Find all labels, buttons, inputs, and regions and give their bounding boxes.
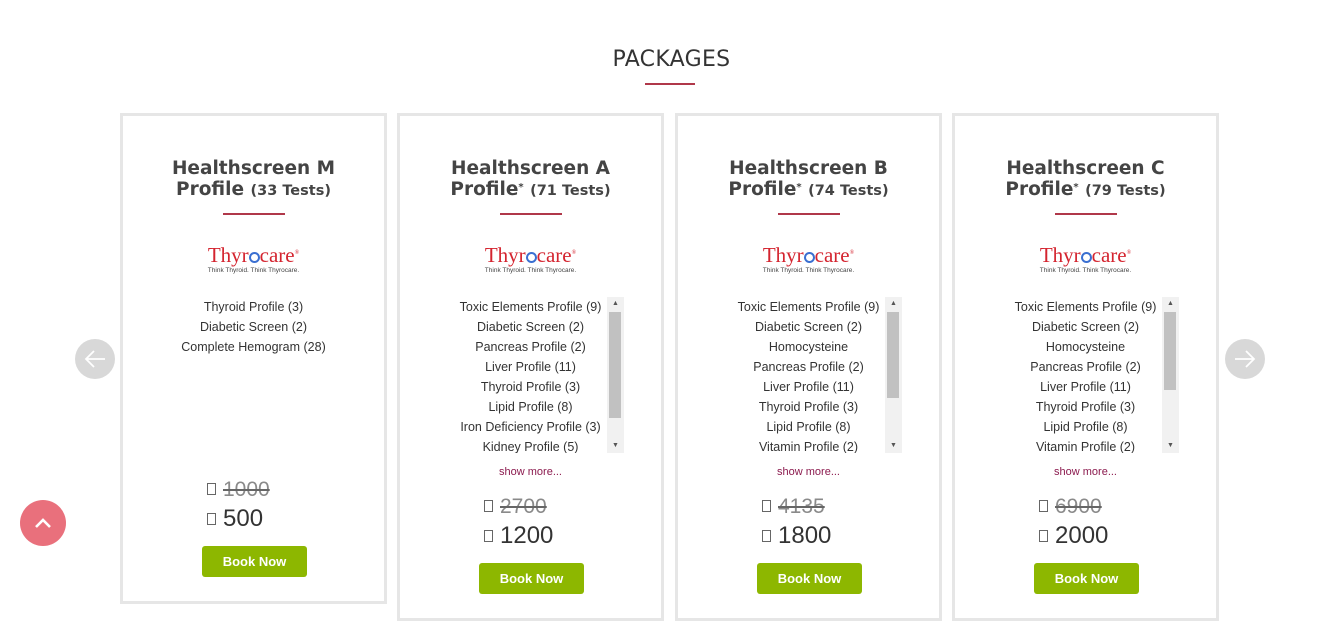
show-more-link[interactable]: show more... [400,466,661,478]
back-to-top-button[interactable] [20,500,66,546]
currency-icon [207,483,216,495]
package-title: Healthscreen B Profile* (74 Tests) [728,158,889,200]
package-title: Healthscreen M Profile (33 Tests) [171,158,336,200]
list-item: Lipid Profile (8) [488,400,573,414]
scroll-up-arrow-icon[interactable]: ▲ [607,297,624,311]
old-price: 4135 [762,495,825,519]
list-item: Thyroid Profile (3) [480,380,581,394]
new-price: 1200 [484,522,553,550]
currency-icon [1039,530,1048,542]
scroll-up-arrow-icon[interactable]: ▲ [1162,297,1179,311]
test-list-scroll[interactable]: Toxic Elements Profile (9) Diabetic Scre… [1009,297,1179,453]
currency-icon [484,500,493,512]
scrollbar-thumb[interactable] [609,312,621,418]
list-item: Pancreas Profile (2) [753,360,864,374]
title-underline [223,213,285,215]
thyrocare-logo: Thyr care® Think Thyroid. Think Thyrocare… [207,243,300,274]
list-item: Liver Profile (11) [1040,380,1131,394]
section-title-underline [645,83,695,85]
scrollbar[interactable]: ▲ ▼ [607,297,624,453]
test-list-scroll[interactable]: Toxic Elements Profile (9) Diabetic Scre… [454,297,624,453]
old-price: 2700 [484,495,547,519]
list-item: Vitamin Profile (2) [758,440,859,453]
test-list: Thyroid Profile (3) Diabetic Screen (2) … [123,297,384,357]
test-count: (79 Tests) [1085,183,1166,199]
new-price: 1800 [762,522,831,550]
scrollbar-thumb[interactable] [887,312,899,398]
list-item: Kidney Profile (5) [482,440,579,453]
currency-icon [762,530,771,542]
list-item: Thyroid Profile (3) [1035,400,1136,414]
show-more-link[interactable]: show more... [678,466,939,478]
list-item: Diabetic Screen (2) [755,320,862,334]
new-price: 2000 [1039,522,1108,550]
thyrocare-logo: Thyr care® Think Thyroid. Think Thyrocare… [1039,243,1132,274]
list-item: Homocysteine [1045,340,1126,354]
package-title: Healthscreen A Profile* (71 Tests) [450,158,611,200]
list-item: Toxic Elements Profile (9) [1014,300,1157,314]
scroll-down-arrow-icon[interactable]: ▼ [1162,439,1179,453]
book-now-button[interactable]: Book Now [202,546,307,577]
list-item: Lipid Profile (8) [766,420,851,434]
currency-icon [207,513,216,525]
test-count: (71 Tests) [530,183,611,199]
chevron-up-icon [35,518,51,528]
carousel-prev-button[interactable] [75,339,115,379]
list-item: Toxic Elements Profile (9) [459,300,602,314]
test-count: (33 Tests) [250,183,331,199]
list-item: Diabetic Screen (2) [200,320,307,334]
carousel-next-button[interactable] [1225,339,1265,379]
currency-icon [762,500,771,512]
list-item: Pancreas Profile (2) [1030,360,1141,374]
list-item: Iron Deficiency Profile (3) [460,420,601,434]
test-list-scroll[interactable]: Toxic Elements Profile (9) Diabetic Scre… [732,297,902,453]
list-item: Homocysteine [768,340,849,354]
title-underline [500,213,562,215]
list-item: Liver Profile (11) [763,380,854,394]
old-price: 6900 [1039,495,1102,519]
list-item: Pancreas Profile (2) [475,340,586,354]
list-item: Diabetic Screen (2) [1032,320,1139,334]
section-title: PACKAGES [612,47,731,72]
new-price: 500 [207,505,263,533]
list-item: Complete Hemogram (28) [181,340,326,354]
book-now-button[interactable]: Book Now [479,563,584,594]
list-item: Toxic Elements Profile (9) [737,300,880,314]
arrow-right-icon [1235,350,1256,368]
list-item: Thyroid Profile (3) [203,300,304,314]
list-item: Diabetic Screen (2) [477,320,584,334]
list-item: Lipid Profile (8) [1043,420,1128,434]
package-card: Healthscreen B Profile* (74 Tests) Thyr c… [675,113,942,621]
scroll-down-arrow-icon[interactable]: ▼ [607,439,624,453]
title-underline [778,213,840,215]
package-card: Healthscreen M Profile (33 Tests) Thyr ca… [120,113,387,604]
currency-icon [484,530,493,542]
thyrocare-logo: Thyr care® Think Thyroid. Think Thyrocare… [484,243,577,274]
thyrocare-logo: Thyr care® Think Thyroid. Think Thyrocare… [762,243,855,274]
arrow-left-icon [84,350,105,368]
book-now-button[interactable]: Book Now [1034,563,1139,594]
scroll-up-arrow-icon[interactable]: ▲ [885,297,902,311]
list-item: Thyroid Profile (3) [758,400,859,414]
show-more-link[interactable]: show more... [955,466,1216,478]
scroll-down-arrow-icon[interactable]: ▼ [885,439,902,453]
scrollbar-thumb[interactable] [1164,312,1176,390]
book-now-button[interactable]: Book Now [757,563,862,594]
list-item: Liver Profile (11) [485,360,576,374]
currency-icon [1039,500,1048,512]
package-card: Healthscreen A Profile* (71 Tests) Thyr c… [397,113,664,621]
test-count: (74 Tests) [808,183,889,199]
list-item: Vitamin Profile (2) [1035,440,1136,453]
scrollbar[interactable]: ▲ ▼ [885,297,902,453]
package-card: Healthscreen C Profile* (79 Tests) Thyr c… [952,113,1219,621]
scrollbar[interactable]: ▲ ▼ [1162,297,1179,453]
package-title: Healthscreen C Profile* (79 Tests) [1005,158,1166,200]
old-price: 1000 [207,478,270,502]
title-underline [1055,213,1117,215]
